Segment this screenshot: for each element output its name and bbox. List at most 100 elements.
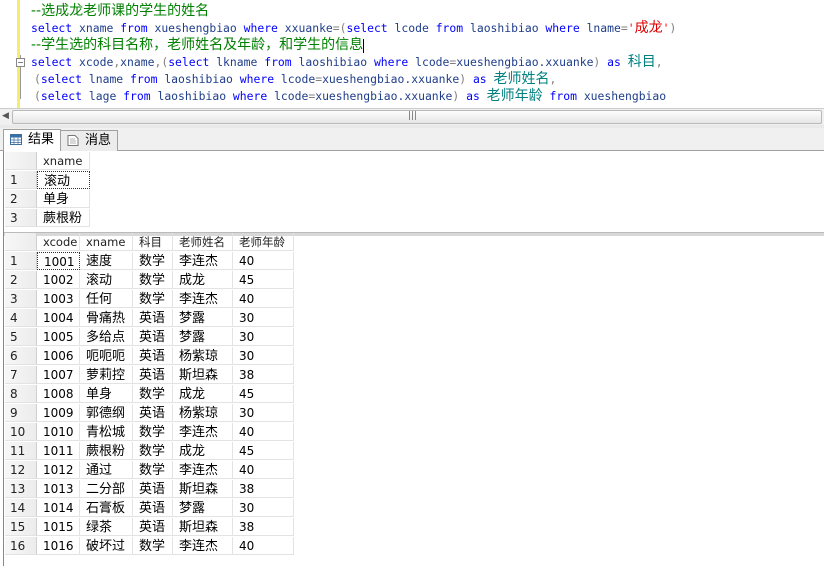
grid-cell[interactable]: 1001 (37, 252, 80, 270)
grid-cell[interactable]: 1011 (37, 442, 80, 460)
grid-cell[interactable]: 单身 (37, 190, 90, 208)
grid-cell[interactable]: 38 (233, 480, 294, 498)
grid-cell[interactable]: 英语 (133, 480, 173, 498)
grid-cell[interactable]: 蕨根粉 (37, 209, 90, 227)
grid-cell[interactable]: 30 (233, 309, 294, 327)
grid-cell[interactable]: 速度 (80, 252, 133, 270)
grid-cell[interactable]: 1005 (37, 328, 80, 346)
grid-cell[interactable]: 数学 (133, 461, 173, 479)
grid-cell[interactable]: 李连杰 (173, 252, 233, 270)
grid-cell[interactable]: 成龙 (173, 385, 233, 403)
grid-cell[interactable]: 李连杰 (173, 461, 233, 479)
grid-cell[interactable]: 英语 (133, 499, 173, 517)
grid-cell[interactable]: 多给点 (80, 328, 133, 346)
grid-cell[interactable]: 英语 (133, 309, 173, 327)
grid-cell[interactable]: 梦露 (173, 328, 233, 346)
grid-cell[interactable]: 滚动 (37, 171, 90, 189)
scroll-left-icon[interactable]: ◀ (2, 111, 9, 121)
row-number[interactable]: 9 (5, 404, 37, 422)
scrollbar-thumb[interactable]: ||| (12, 110, 822, 124)
column-header[interactable]: 科目 (133, 233, 173, 251)
row-number[interactable]: 2 (5, 190, 37, 208)
row-number[interactable]: 16 (5, 537, 37, 555)
grid-cell[interactable]: 数学 (133, 537, 173, 555)
select-all-corner[interactable] (5, 152, 37, 170)
grid-cell[interactable]: 数学 (133, 423, 173, 441)
grid-cell[interactable]: 1007 (37, 366, 80, 384)
grid-cell[interactable]: 郭德纲 (80, 404, 133, 422)
row-number[interactable]: 14 (5, 499, 37, 517)
grid-cell[interactable]: 30 (233, 499, 294, 517)
grid-cell[interactable]: 李连杰 (173, 290, 233, 308)
row-number[interactable]: 3 (5, 209, 37, 227)
grid-cell[interactable]: 1015 (37, 518, 80, 536)
grid-cell[interactable]: 30 (233, 347, 294, 365)
grid-cell[interactable]: 数学 (133, 290, 173, 308)
grid-cell[interactable]: 40 (233, 423, 294, 441)
grid-cell[interactable]: 成龙 (173, 442, 233, 460)
grid-cell[interactable]: 1012 (37, 461, 80, 479)
grid-cell[interactable]: 成龙 (173, 271, 233, 289)
column-header[interactable]: xname (80, 233, 133, 251)
column-header[interactable]: xcode (37, 233, 80, 251)
grid-cell[interactable]: 石膏板 (80, 499, 133, 517)
grid-cell[interactable]: 1016 (37, 537, 80, 555)
grid-cell[interactable]: 英语 (133, 347, 173, 365)
grid-cell[interactable]: 梦露 (173, 309, 233, 327)
row-number[interactable]: 7 (5, 366, 37, 384)
row-number[interactable]: 8 (5, 385, 37, 403)
grid-cell[interactable]: 1002 (37, 271, 80, 289)
grid-cell[interactable]: 斯坦森 (173, 366, 233, 384)
grid-cell[interactable]: 蕨根粉 (80, 442, 133, 460)
row-number[interactable]: 1 (5, 171, 37, 189)
row-number[interactable]: 13 (5, 480, 37, 498)
grid-cell[interactable]: 英语 (133, 404, 173, 422)
grid-cell[interactable]: 破坏过 (80, 537, 133, 555)
grid-cell[interactable]: 绿茶 (80, 518, 133, 536)
grid-cell[interactable]: 李连杰 (173, 537, 233, 555)
grid-cell[interactable]: 1014 (37, 499, 80, 517)
grid-cell[interactable]: 1006 (37, 347, 80, 365)
grid-cell[interactable]: 40 (233, 537, 294, 555)
grid-cell[interactable]: 数学 (133, 442, 173, 460)
grid-cell[interactable]: 呃呃呃 (80, 347, 133, 365)
grid-cell[interactable]: 斯坦森 (173, 518, 233, 536)
sql-editor[interactable]: − --选成龙老师课的学生的姓名 select xname from xueshe… (0, 0, 824, 108)
grid-cell[interactable]: 萝莉控 (80, 366, 133, 384)
grid-cell[interactable]: 青松城 (80, 423, 133, 441)
row-number[interactable]: 15 (5, 518, 37, 536)
grid-cell[interactable]: 38 (233, 366, 294, 384)
grid-cell[interactable]: 二分部 (80, 480, 133, 498)
grid-cell[interactable]: 45 (233, 385, 294, 403)
grid-cell[interactable]: 45 (233, 442, 294, 460)
tab-messages[interactable]: 消息 (60, 130, 119, 151)
grid-cell[interactable]: 30 (233, 328, 294, 346)
grid-cell[interactable]: 1003 (37, 290, 80, 308)
row-number[interactable]: 12 (5, 461, 37, 479)
row-number[interactable]: 4 (5, 309, 37, 327)
grid-cell[interactable]: 40 (233, 252, 294, 270)
row-number[interactable]: 10 (5, 423, 37, 441)
grid-cell[interactable]: 滚动 (80, 271, 133, 289)
row-number[interactable]: 2 (5, 271, 37, 289)
grid-cell[interactable]: 40 (233, 461, 294, 479)
grid-cell[interactable]: 斯坦森 (173, 480, 233, 498)
row-number[interactable]: 11 (5, 442, 37, 460)
grid-cell[interactable]: 杨紫琼 (173, 347, 233, 365)
grid-cell[interactable]: 数学 (133, 252, 173, 270)
grid-cell[interactable]: 1008 (37, 385, 80, 403)
grid-cell[interactable]: 1009 (37, 404, 80, 422)
grid-cell[interactable]: 30 (233, 404, 294, 422)
tab-results[interactable]: 结果 (3, 129, 62, 151)
grid-cell[interactable]: 45 (233, 271, 294, 289)
grid-cell[interactable]: 梦露 (173, 499, 233, 517)
grid-cell[interactable]: 英语 (133, 328, 173, 346)
row-number[interactable]: 6 (5, 347, 37, 365)
grid-cell[interactable]: 英语 (133, 366, 173, 384)
grid-cell[interactable]: 数学 (133, 271, 173, 289)
grid-cell[interactable]: 1010 (37, 423, 80, 441)
column-header[interactable]: 老师年龄 (233, 233, 294, 251)
row-number[interactable]: 5 (5, 328, 37, 346)
grid-cell[interactable]: 通过 (80, 461, 133, 479)
grid-cell[interactable]: 1013 (37, 480, 80, 498)
